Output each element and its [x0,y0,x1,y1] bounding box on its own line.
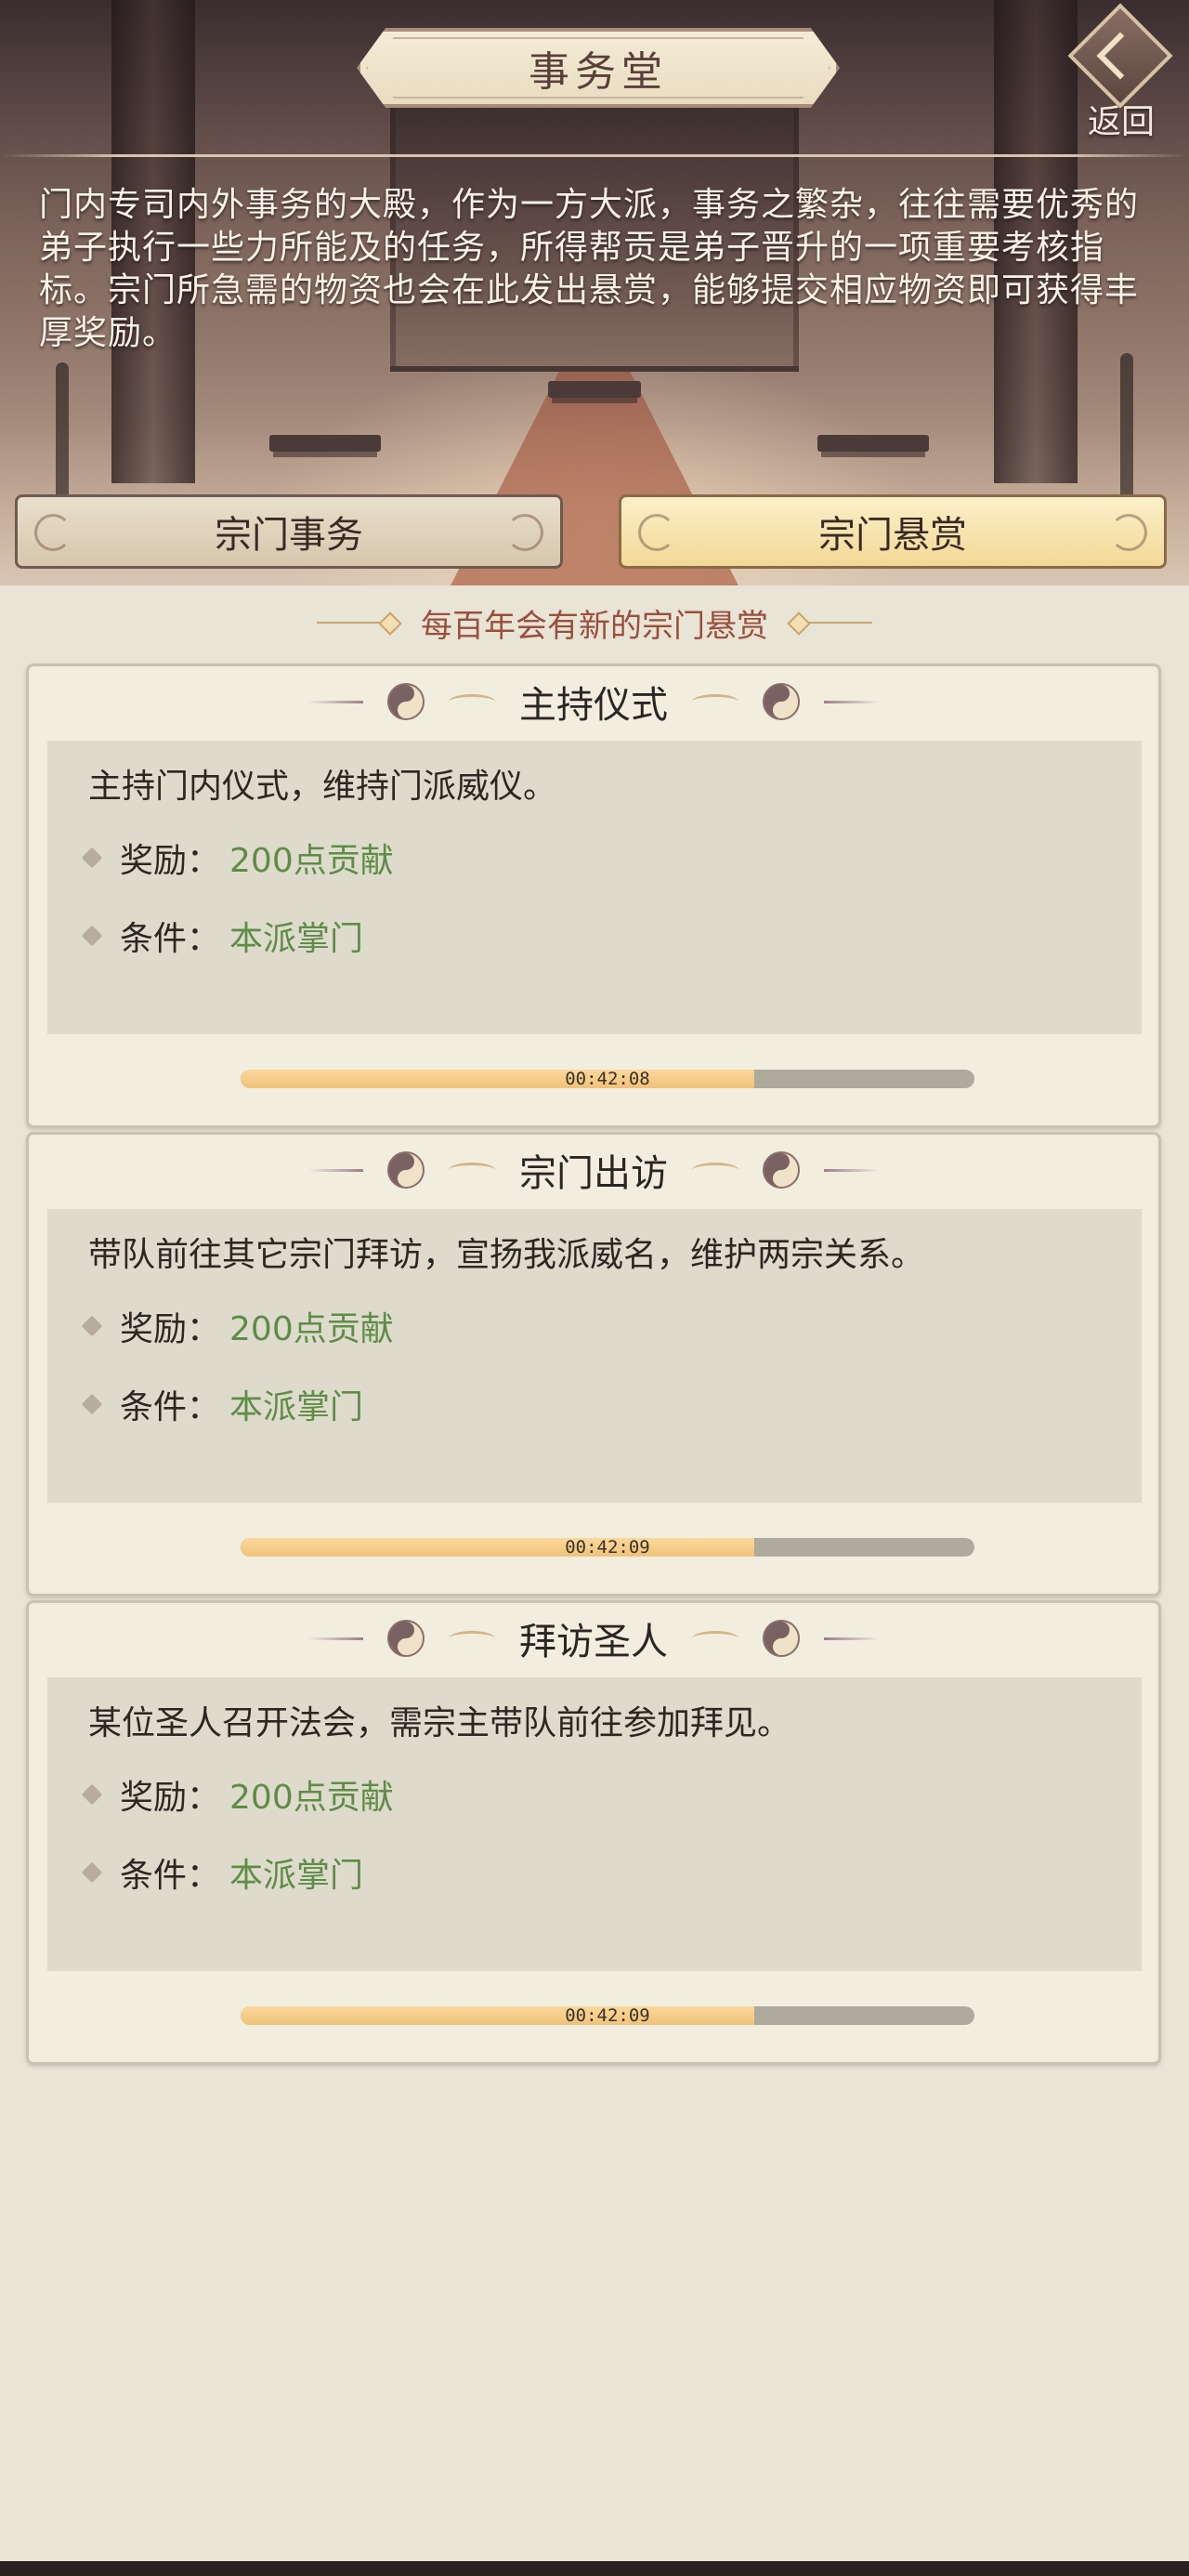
back-arrow-icon [1067,3,1173,109]
tab-sect-affairs[interactable]: 宗门事务 [15,494,563,569]
condition-row: 条件： 本派掌门 [81,1848,364,1897]
timer-text: 00:42:09 [565,1538,650,1557]
card-header: 主持仪式 [29,674,1158,729]
condition-label: 条件： [120,920,221,958]
wing-ornament-icon [449,1631,495,1646]
condition-value: 本派掌门 [229,920,364,958]
condition-label: 条件： [120,1857,221,1895]
bottom-edge [0,2561,1189,2576]
bounty-body: 主持门内仪式，维持门派威仪。 奖励： 200点贡献 条件： 本派掌门 [47,741,1142,1034]
swirl-ornament-icon [824,1636,880,1640]
condition-value: 本派掌门 [229,1388,364,1426]
wing-ornament-icon [692,1631,738,1646]
diamond-bullet-icon [81,1783,103,1806]
swirl-ornament-icon [307,1636,363,1640]
taiji-icon [387,1151,425,1189]
taiji-icon [387,1620,425,1657]
timer-text: 00:42:08 [565,1070,650,1088]
cloud-ornament-icon [34,514,72,551]
taiji-icon [387,683,425,720]
intro-divider [0,154,1189,157]
wing-ornament-icon [692,1163,738,1177]
tab-label: 宗门悬赏 [818,514,967,557]
tab-sect-bounty[interactable]: 宗门悬赏 [619,494,1167,569]
bounty-title: 拜访圣人 [519,1621,668,1663]
taiji-icon [763,1620,800,1657]
bench [269,435,381,452]
bounty-title: 宗门出访 [519,1152,668,1195]
bounty-body: 带队前往其它宗门拜访，宣扬我派威名，维护两宗关系。 奖励： 200点贡献 条件：… [47,1209,1142,1503]
reward-value: 200点贡献 [229,1779,394,1817]
ornament-left-icon [317,618,400,627]
bounty-description: 带队前往其它宗门拜访，宣扬我派威名，维护两宗关系。 [88,1236,925,1274]
reward-row: 奖励： 200点贡献 [81,1770,394,1819]
cloud-ornament-icon [506,514,543,551]
wing-ornament-icon [449,694,495,709]
reward-row: 奖励： 200点贡献 [81,834,394,882]
timer-progress-bar: 00:42:09 [241,2006,974,2025]
timer-progress-bar: 00:42:09 [241,1538,974,1557]
ornament-right-icon [789,618,872,627]
timer-progress-bar: 00:42:08 [241,1070,974,1088]
notice-text: 每百年会有新的宗门悬赏 [421,607,768,645]
timer-text: 00:42:09 [565,2006,650,2025]
reward-value: 200点贡献 [229,842,394,880]
taiji-icon [763,1151,800,1189]
title-plaque: 事务堂 [357,28,840,108]
page-title: 事务堂 [529,48,668,96]
diamond-bullet-icon [81,847,103,869]
reward-label: 奖励： [120,1310,221,1348]
back-button[interactable]: 返回 [1063,3,1180,141]
diamond-bullet-icon [81,1393,103,1415]
card-header: 拜访圣人 [29,1610,1158,1666]
reward-row: 奖励： 200点贡献 [81,1302,394,1350]
cloud-ornament-icon [638,514,675,551]
bounty-description: 某位圣人召开法会，需宗主带队前往参加拜见。 [88,1704,791,1742]
bounty-description: 主持门内仪式，维持门派威仪。 [88,768,557,806]
wing-ornament-icon [692,694,738,709]
diamond-bullet-icon [81,1315,103,1337]
reward-value: 200点贡献 [229,1310,394,1348]
bounty-body: 某位圣人召开法会，需宗主带队前往参加拜见。 奖励： 200点贡献 条件： 本派掌… [47,1677,1142,1971]
condition-value: 本派掌门 [229,1857,364,1895]
swirl-ornament-icon [824,700,880,703]
taiji-icon [763,683,800,720]
swirl-ornament-icon [824,1168,880,1172]
cloud-ornament-icon [1110,514,1147,551]
bench [817,435,929,452]
bench [548,381,641,398]
condition-row: 条件： 本派掌门 [81,912,364,960]
bounty-card[interactable]: 主持仪式 主持门内仪式，维持门派威仪。 奖励： 200点贡献 条件： 本派掌门 … [26,664,1161,1128]
bounty-card[interactable]: 宗门出访 带队前往其它宗门拜访，宣扬我派威名，维护两宗关系。 奖励： 200点贡… [26,1132,1161,1597]
card-header: 宗门出访 [29,1142,1158,1198]
reward-label: 奖励： [120,842,221,880]
reward-label: 奖励： [120,1779,221,1817]
hall-description: 门内专司内外事务的大殿，作为一方大派，事务之繁杂，往往需要优秀的弟子执行一些力所… [39,186,1140,352]
condition-row: 条件： 本派掌门 [81,1380,364,1428]
bounty-notice: 每百年会有新的宗门悬赏 [0,595,1189,651]
diamond-bullet-icon [81,925,103,947]
bounty-title: 主持仪式 [519,684,668,727]
bounty-card[interactable]: 拜访圣人 某位圣人召开法会，需宗主带队前往参加拜见。 奖励： 200点贡献 条件… [26,1600,1161,2065]
tab-label: 宗门事务 [215,514,363,557]
wing-ornament-icon [449,1163,495,1177]
back-label: 返回 [1087,103,1155,141]
condition-label: 条件： [120,1388,221,1426]
swirl-ornament-icon [307,700,363,703]
diamond-bullet-icon [81,1861,103,1884]
swirl-ornament-icon [307,1168,363,1172]
